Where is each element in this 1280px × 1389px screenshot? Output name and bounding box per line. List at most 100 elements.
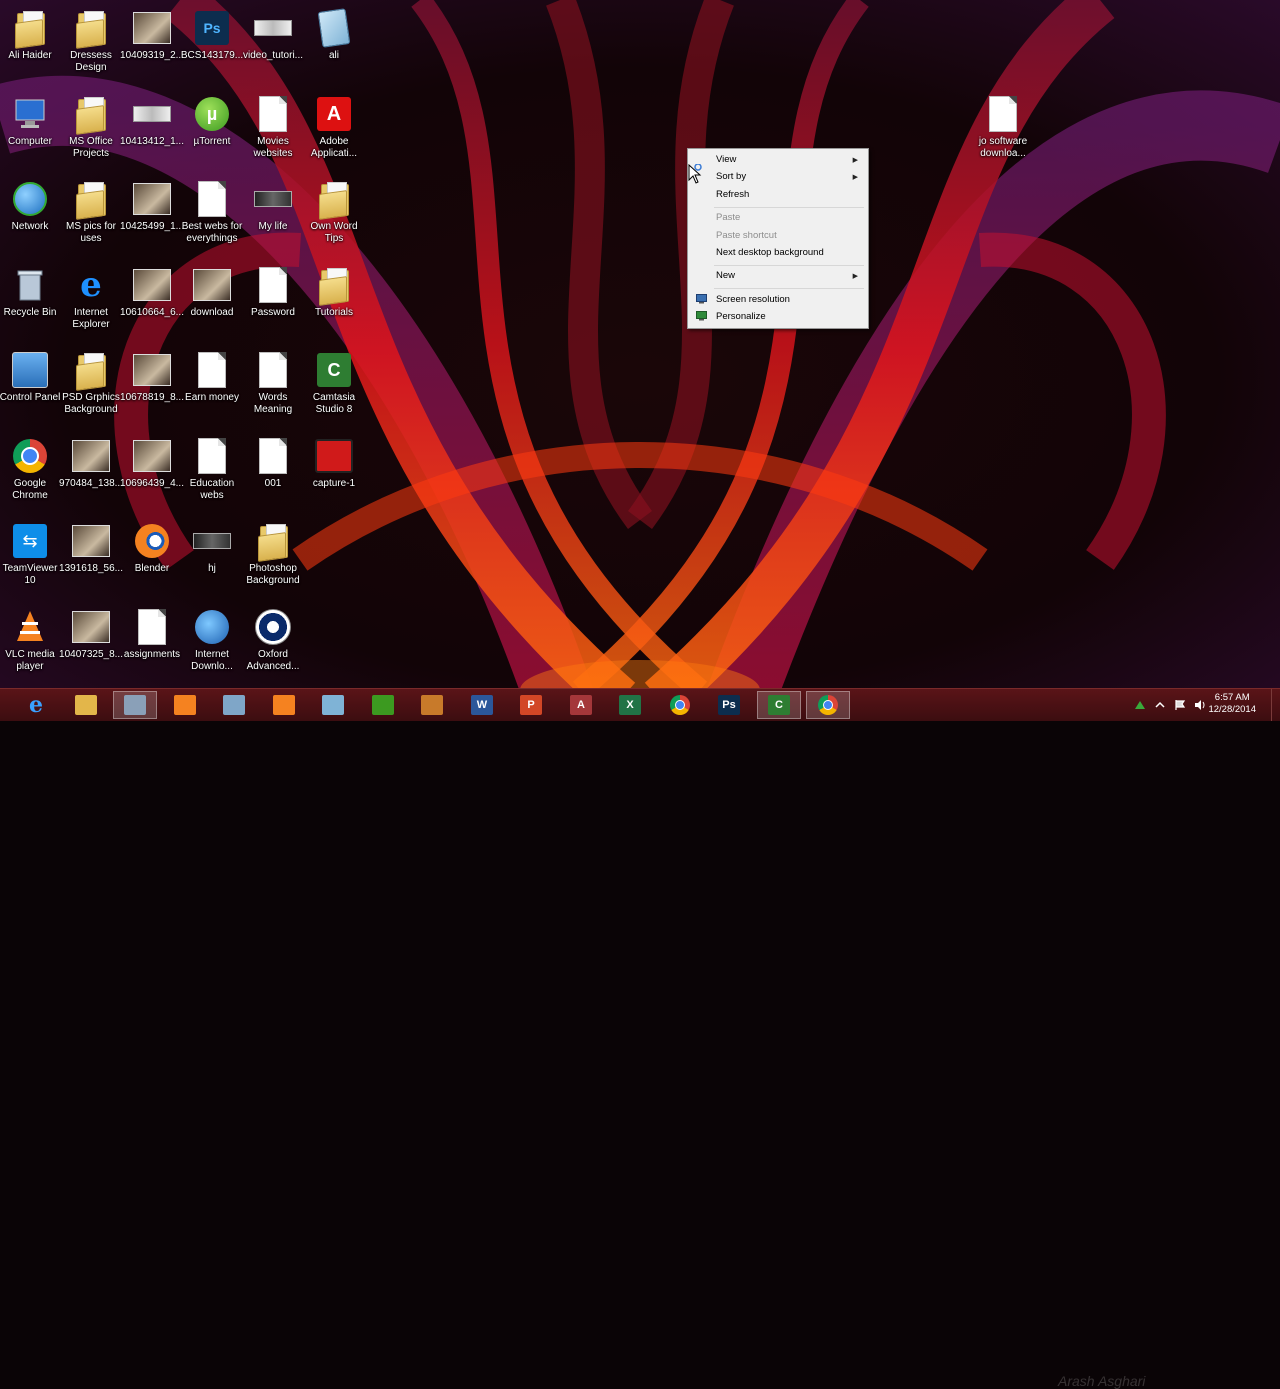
desktop-icon-label: Google Chrome [12, 478, 48, 501]
menu-item-refresh-label: Refresh [716, 189, 750, 200]
desktop-icon-dressess-design[interactable]: Dressess Design [61, 6, 121, 86]
taskbar-button-toolbox[interactable] [410, 691, 454, 719]
desktop-icon-my-life[interactable]: My life [243, 177, 303, 257]
desktop-icon-hj[interactable]: hj [182, 519, 242, 599]
desktop-icon-10610664-6[interactable]: 10610664_6... [120, 263, 184, 343]
desktop-icon-recycle-bin[interactable]: Recycle Bin [0, 263, 60, 343]
desktop-icon-tutorials[interactable]: Tutorials [304, 263, 364, 343]
menu-item-paste-shortcut[interactable]: Paste shortcut [690, 227, 866, 244]
desktop-icon-ms-office-projects[interactable]: MS Office Projects [61, 92, 121, 172]
taskbar-button-internet-explorer[interactable]: e [14, 691, 58, 719]
desktop-icon-password[interactable]: Password [243, 263, 303, 343]
taskbar-button-file-explorer[interactable] [64, 691, 108, 719]
taskbar-button-network-settings[interactable] [212, 691, 256, 719]
folder-icon [72, 96, 110, 135]
menu-item-paste[interactable]: Paste [690, 209, 866, 226]
desktop-icon-movies-websites[interactable]: Movies websites [243, 92, 303, 172]
taskbar-button-vlc[interactable] [163, 691, 207, 719]
desktop-icon-network[interactable]: Network [0, 177, 60, 257]
show-desktop-button[interactable] [1271, 689, 1280, 721]
tray-action-center-icon[interactable] [1174, 699, 1186, 711]
desktop-icon-download[interactable]: download [182, 263, 242, 343]
taskbar-button-control-panel[interactable] [113, 691, 157, 719]
tray-network-shield-icon[interactable] [1134, 699, 1146, 711]
desktop-icon-ali-haider[interactable]: Ali Haider [0, 6, 60, 86]
desktop-icon-words-meaning[interactable]: Words Meaning [243, 348, 303, 428]
desktop-icon-adobe-applicati[interactable]: A Adobe Applicati... [304, 92, 364, 172]
folder-icon [72, 10, 110, 49]
control-panel-icon [124, 695, 146, 715]
chrome-icon [670, 695, 690, 715]
desktop-icon-photoshop-background[interactable]: Photoshop Background [243, 519, 303, 599]
desktop-icon-10407325-8[interactable]: 10407325_8... [59, 605, 123, 685]
taskbar-button-chrome-2[interactable] [806, 691, 850, 719]
desktop-icon-10413412-1[interactable]: 10413412_1... [120, 92, 184, 172]
photo-icon [193, 267, 231, 303]
taskbar-button-access[interactable]: A [559, 691, 603, 719]
desktop-icon-label: download [190, 307, 234, 318]
desktop-icon-10696439-4[interactable]: 10696439_4... [120, 434, 184, 514]
desktop-icon-label: 001 [264, 478, 282, 489]
taskbar-button-camtasia[interactable]: C [757, 691, 801, 719]
desktop-icon-psd-grphics-background[interactable]: PSD Grphics Background [61, 348, 121, 428]
word-glyph: W [476, 699, 488, 711]
desktop-icon-education-webs[interactable]: Education webs [182, 434, 242, 514]
menu-separator [714, 207, 864, 208]
taskbar-button-blender[interactable] [262, 691, 306, 719]
desktop-icon-10425499-1[interactable]: 10425499_1... [120, 177, 184, 257]
taskbar-button-utorrent[interactable] [361, 691, 405, 719]
menu-item-paste-shortcut-label: Paste shortcut [716, 230, 777, 241]
desktop-icon-001[interactable]: 001 [243, 434, 303, 514]
taskbar-clock[interactable]: 6:57 AM 12/28/2014 [1208, 692, 1256, 716]
desktop-icon-oxford-advanced[interactable]: Oxford Advanced... [243, 605, 303, 685]
taskbar-button-chrome[interactable] [658, 691, 702, 719]
desktop-icon-control-panel[interactable]: Control Panel [0, 348, 60, 428]
desktop-icon-label: BCS143179... [180, 50, 244, 61]
desktop-icon-best-webs-for-everythings[interactable]: Best webs for everythings [182, 177, 242, 257]
desktop-icon-jo-software-downloa[interactable]: jo software downloa... [973, 92, 1033, 172]
desktop-icon-label: Recycle Bin [3, 307, 57, 318]
menu-item-new[interactable]: New ▶ [690, 267, 866, 284]
tray-volume-icon[interactable] [1194, 699, 1206, 711]
desktop-icon-internet-explorer[interactable]: e Internet Explorer [61, 263, 121, 343]
chrome-icon [11, 438, 49, 474]
desktop-icon-label: Network [11, 221, 49, 232]
desktop-icon-capture-1[interactable]: capture-1 [304, 434, 364, 514]
taskbar-button-powerpoint[interactable]: P [509, 691, 553, 719]
folder-icon [254, 523, 292, 562]
desktop-icon-computer[interactable]: Computer [0, 92, 60, 172]
menu-item-sort-by[interactable]: Sort by ▶ [690, 168, 866, 185]
desktop-icon-assignments[interactable]: assignments [122, 605, 182, 685]
menu-item-refresh[interactable]: Refresh [690, 186, 866, 203]
desktop-icon-google-chrome[interactable]: Google Chrome [0, 434, 60, 514]
desktop-icon-bcs143179[interactable]: Ps BCS143179... [180, 6, 244, 86]
desktop-icon-ali[interactable]: ali [304, 6, 364, 86]
desktop-icon-label: Photoshop Background [246, 563, 300, 586]
desktop-icon-own-word-tips[interactable]: Own Word Tips [304, 177, 364, 257]
taskbar-button-excel[interactable]: X [608, 691, 652, 719]
taskbar-button-photoshop[interactable]: Ps [707, 691, 751, 719]
desktop-icon-ms-pics-for-uses[interactable]: MS pics for uses [61, 177, 121, 257]
menu-item-personalize[interactable]: Personalize [690, 308, 866, 325]
desktop-icon-vlc-media-player[interactable]: VLC media player [0, 605, 60, 685]
camtasia-glyph: C [775, 699, 783, 711]
tray-show-hidden-icon[interactable] [1154, 699, 1166, 711]
desktop-icon-970484-138[interactable]: 970484_138... [59, 434, 123, 514]
desktop-icon-1391618-56[interactable]: 1391618_56... [59, 519, 123, 599]
desktop-icon-label: 1391618_56... [59, 563, 123, 574]
taskbar-button-notepad[interactable] [311, 691, 355, 719]
desktop-icon-10409319-2[interactable]: 10409319_2... [120, 6, 184, 86]
desktop-icon-10678819-8[interactable]: 10678819_8... [120, 348, 184, 428]
desktop-icon-earn-money[interactable]: Earn money [182, 348, 242, 428]
desktop-icon-video-tutori[interactable]: video_tutori... [243, 6, 303, 86]
taskbar-button-word[interactable]: W [460, 691, 504, 719]
desktop-icon-blender[interactable]: Blender [122, 519, 182, 599]
desktop-icon-µtorrent[interactable]: µ µTorrent [182, 92, 242, 172]
desktop-icon-teamviewer-10[interactable]: ⇆ TeamViewer 10 [0, 519, 60, 599]
watermark-text: Arash Asghari [1058, 1373, 1146, 1389]
menu-item-screen-resolution[interactable]: Screen resolution [690, 291, 866, 308]
menu-item-view[interactable]: View ▶ [690, 151, 866, 168]
desktop-icon-internet-downlo[interactable]: Internet Downlo... [182, 605, 242, 685]
desktop-icon-camtasia-studio-8[interactable]: C Camtasia Studio 8 [304, 348, 364, 428]
menu-item-next-desktop-background[interactable]: Next desktop background [690, 244, 866, 261]
